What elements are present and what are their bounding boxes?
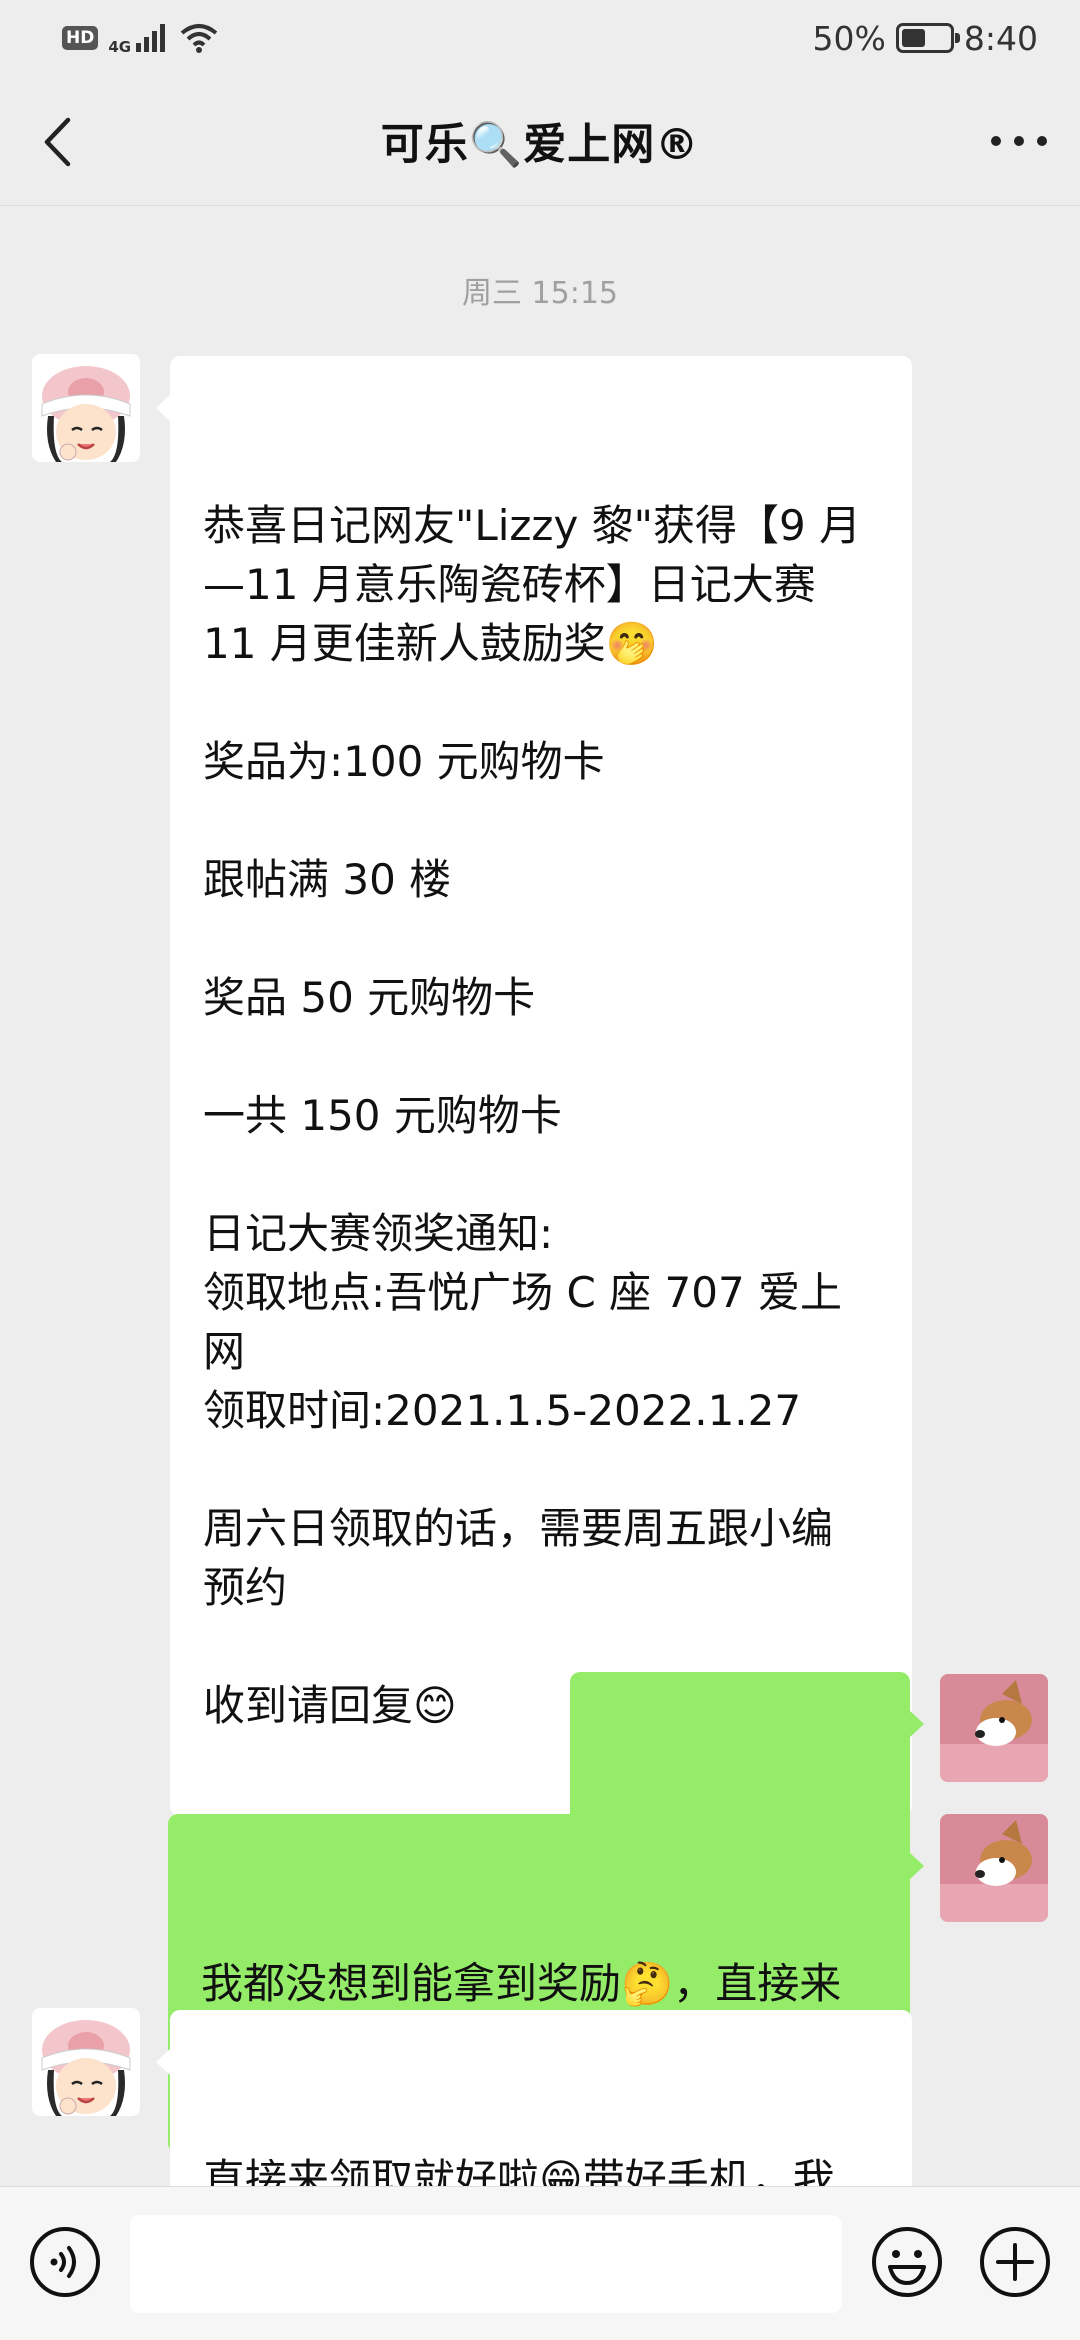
message-line <box>203 1440 879 1499</box>
message-line: 我都没想到能拿到奖励🤔，直接来 <box>201 1959 842 2008</box>
status-bar: HD 4G 50% 8:40 <box>0 0 1080 76</box>
dog-photo-avatar <box>940 1814 1048 1922</box>
cartoon-girl-avatar <box>32 354 140 462</box>
emoji-icon <box>872 2227 942 2297</box>
voice-icon <box>30 2227 100 2297</box>
dog-photo-avatar <box>940 1674 1048 1782</box>
status-left: HD 4G <box>62 20 219 56</box>
message-line: 11 月更佳新人鼓励奖🤭 <box>203 619 659 668</box>
message-line: —11 月意乐陶瓷砖杯】日记大赛 <box>203 560 816 609</box>
message-input[interactable] <box>130 2215 842 2313</box>
message-line <box>203 909 879 968</box>
contact-avatar[interactable] <box>32 354 140 462</box>
message-line: 网 <box>203 1327 246 1376</box>
wifi-icon <box>180 24 218 53</box>
battery-icon <box>895 23 960 53</box>
my-avatar[interactable] <box>940 1674 1048 1782</box>
clock: 8:40 <box>963 18 1038 58</box>
plus-icon <box>980 2227 1050 2297</box>
contact-avatar[interactable] <box>32 2008 140 2116</box>
my-avatar[interactable] <box>940 1814 1048 1922</box>
more-dots-icon <box>991 136 1047 146</box>
cartoon-girl-avatar <box>32 2008 140 2116</box>
voice-button[interactable] <box>28 2225 102 2299</box>
message-text: 恭喜日记网友"Lizzy 黎"获得【9 月 —11 月意乐陶瓷砖杯】日记大赛 11 … <box>203 496 879 1735</box>
message-line: 一共 150 元购物卡 <box>203 1091 562 1140</box>
back-button[interactable] <box>32 112 82 172</box>
chat-title: 可乐🔍爱上网® <box>380 119 700 170</box>
message-line: 领取地点:吾悦广场 C 座 707 爱上 <box>203 1268 843 1317</box>
message-line: 日记大赛领奖通知: <box>203 1209 554 1258</box>
message-line: 恭喜日记网友"Lizzy 黎"获得【9 月 <box>203 501 862 550</box>
message-line: 奖品为:100 元购物卡 <box>203 737 605 786</box>
message-line: 周六日领取的话，需要周五跟小编 <box>203 1504 834 1553</box>
message-line <box>203 1027 879 1086</box>
chat-timestamp: 周三 15:15 <box>462 276 618 311</box>
battery-percent: 50% <box>812 18 886 58</box>
chat-header: 可乐🔍爱上网® <box>0 76 1080 206</box>
more-button[interactable] <box>984 116 1054 166</box>
message-bubble-other[interactable]: 恭喜日记网友"Lizzy 黎"获得【9 月 —11 月意乐陶瓷砖杯】日记大赛 11 … <box>156 356 912 1816</box>
emoji-button[interactable] <box>870 2225 944 2299</box>
message-line <box>203 1145 879 1204</box>
status-right: 50% 8:40 <box>813 19 1038 58</box>
input-bar <box>0 2186 1080 2340</box>
message-line: 奖品 50 元购物卡 <box>203 973 536 1022</box>
network-type: 4G <box>108 38 132 56</box>
message-line <box>203 1617 879 1676</box>
chevron-left-icon <box>44 117 71 167</box>
message-line <box>203 673 879 732</box>
more-functions-button[interactable] <box>978 2225 1052 2299</box>
hd-icon: HD <box>62 26 99 50</box>
message-line: 预约 <box>203 1563 288 1612</box>
signal-icon <box>136 24 166 52</box>
message-line: 跟帖满 30 楼 <box>203 855 452 904</box>
battery-level <box>901 29 925 47</box>
message-line: 领取时间:2021.1.5-2022.1.27 <box>203 1386 802 1435</box>
message-line <box>203 791 879 850</box>
